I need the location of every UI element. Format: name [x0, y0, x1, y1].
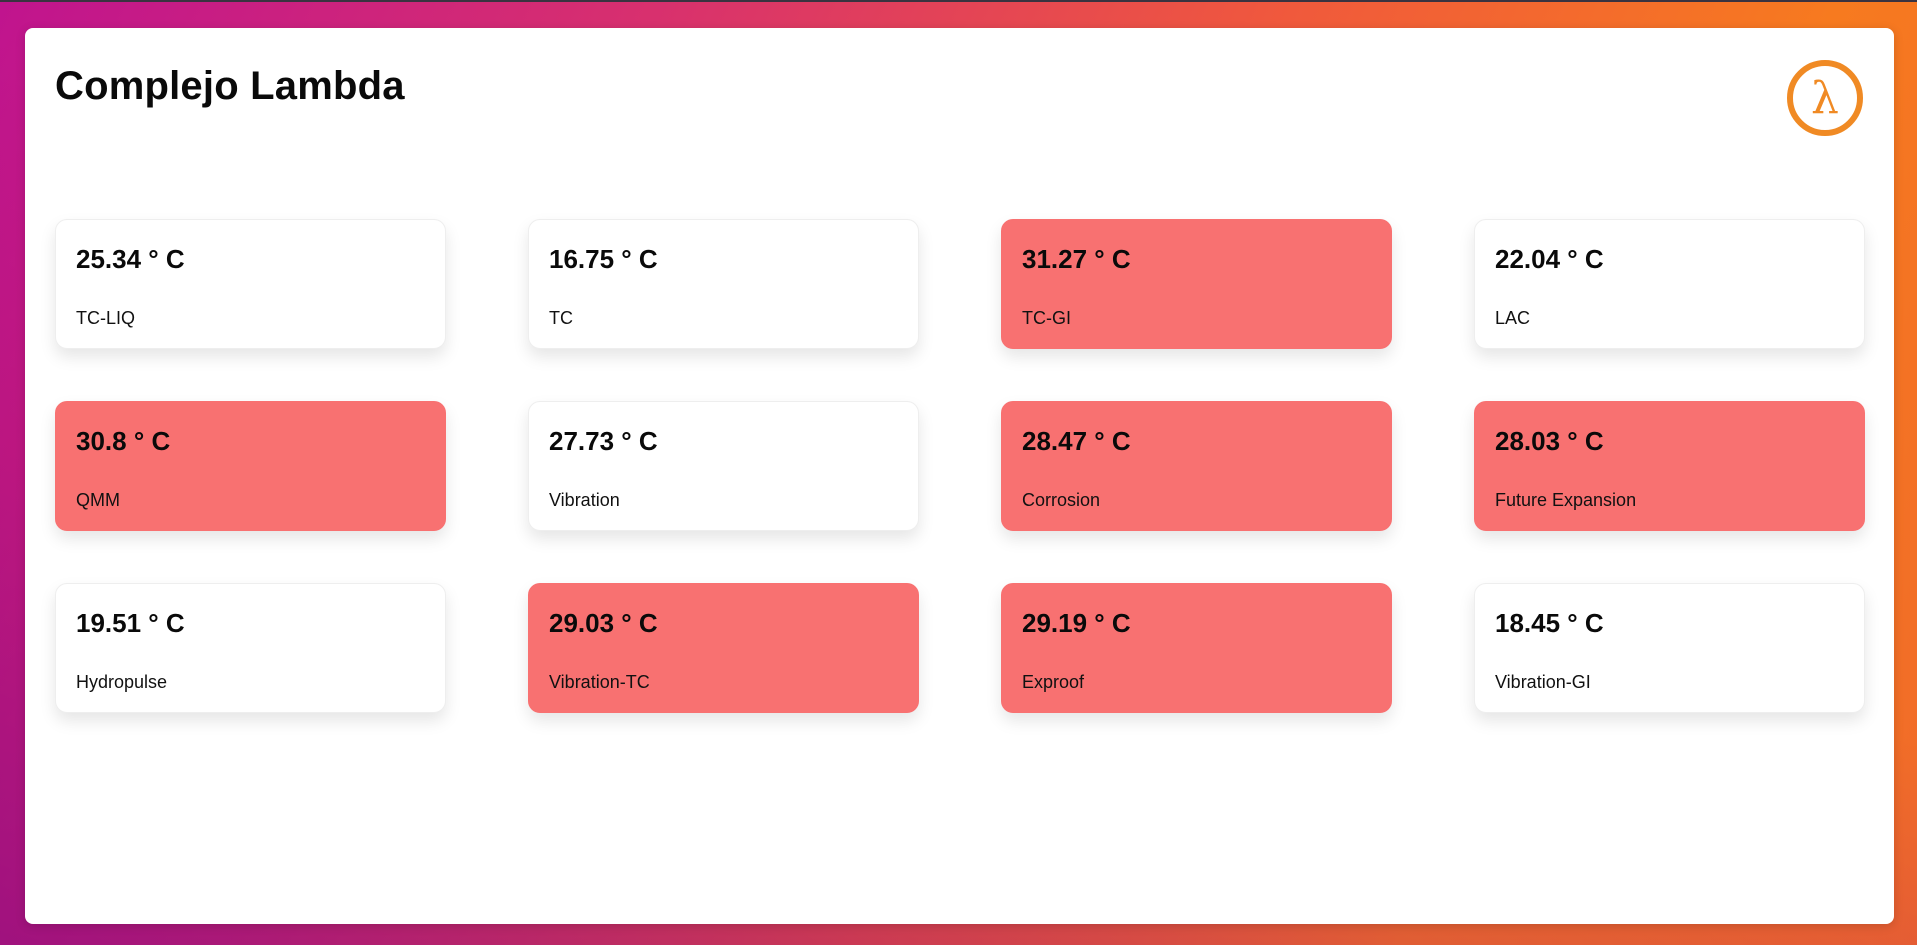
sensor-card-alert[interactable]: 30.8 ° C QMM: [55, 401, 446, 531]
window-top-edge: [0, 0, 1917, 2]
temperature-value: 29.19 ° C: [1022, 608, 1131, 638]
sensor-card-alert[interactable]: 29.19 ° C Exproof: [1001, 583, 1392, 713]
page-title: Complejo Lambda: [55, 64, 405, 108]
dashboard-panel: Complejo Lambda λ 25.34 ° C TC-LIQ 16.75…: [25, 28, 1894, 924]
sensor-card[interactable]: 16.75 ° C TC: [528, 219, 919, 349]
temperature-value: 31.27 ° C: [1022, 244, 1131, 274]
sensor-label: Corrosion: [1022, 490, 1101, 510]
sensor-label: LAC: [1495, 308, 1531, 328]
sensor-label: Future Expansion: [1495, 490, 1637, 510]
sensor-card[interactable]: 22.04 ° C LAC: [1474, 219, 1865, 349]
sensor-label: TC-GI: [1022, 308, 1071, 328]
sensor-card[interactable]: 19.51 ° C Hydropulse: [55, 583, 446, 713]
svg-text:λ: λ: [1811, 73, 1839, 124]
lambda-logo-icon: λ: [1787, 60, 1863, 136]
sensor-label: Vibration-GI: [1495, 672, 1591, 692]
temperature-value: 30.8 ° C: [76, 426, 171, 456]
sensor-label: TC-LIQ: [76, 308, 136, 328]
temperature-value: 27.73 ° C: [549, 426, 658, 456]
sensor-label: Hydropulse: [76, 672, 168, 692]
temperature-value: 19.51 ° C: [76, 608, 185, 638]
temperature-value: 18.45 ° C: [1495, 608, 1604, 638]
temperature-value: 16.75 ° C: [549, 244, 658, 274]
temperature-value: 22.04 ° C: [1495, 244, 1604, 274]
sensor-card[interactable]: 18.45 ° C Vibration-GI: [1474, 583, 1865, 713]
temperature-value: 25.34 ° C: [76, 244, 185, 274]
sensor-label: Vibration: [549, 490, 620, 510]
temperature-value: 28.47 ° C: [1022, 426, 1131, 456]
sensor-card-alert[interactable]: 29.03 ° C Vibration-TC: [528, 583, 919, 713]
sensor-label: Vibration-TC: [549, 672, 650, 692]
sensor-card-alert[interactable]: 28.47 ° C Corrosion: [1001, 401, 1392, 531]
sensor-card-alert[interactable]: 28.03 ° C Future Expansion: [1474, 401, 1865, 531]
sensor-card[interactable]: 25.34 ° C TC-LIQ: [55, 219, 446, 349]
temperature-value: 28.03 ° C: [1495, 426, 1604, 456]
sensor-label: QMM: [76, 490, 120, 510]
sensor-label: Exproof: [1022, 672, 1085, 692]
temperature-value: 29.03 ° C: [549, 608, 658, 638]
sensor-grid: 25.34 ° C TC-LIQ 16.75 ° C TC 31.27 ° C …: [55, 219, 1865, 713]
sensor-label: TC: [549, 308, 573, 328]
sensor-card-alert[interactable]: 31.27 ° C TC-GI: [1001, 219, 1392, 349]
sensor-card[interactable]: 27.73 ° C Vibration: [528, 401, 919, 531]
